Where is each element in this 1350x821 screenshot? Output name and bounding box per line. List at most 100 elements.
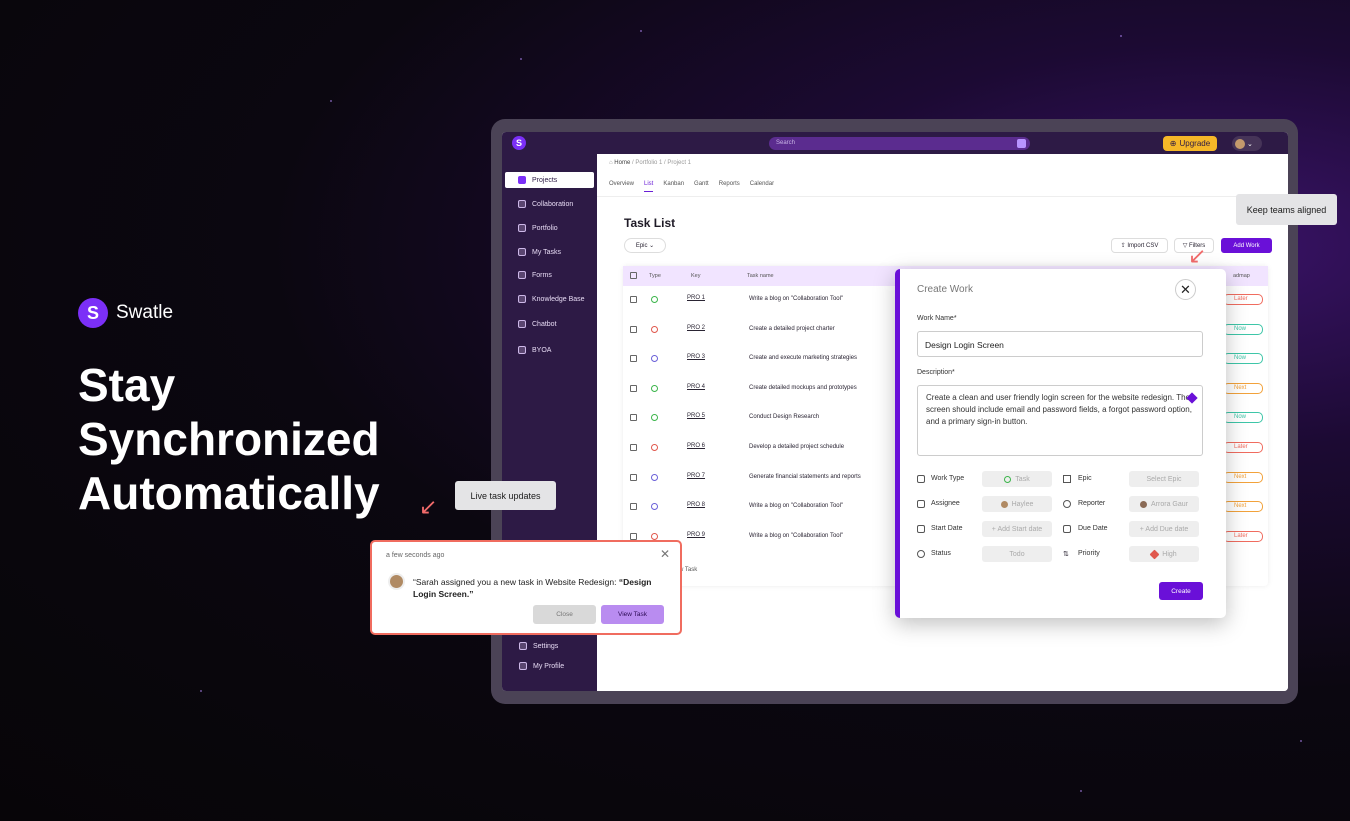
roadmap-badge: Now	[1223, 412, 1263, 424]
reporter-select[interactable]: Arrora Gaur	[1129, 496, 1199, 512]
settings-icon	[519, 642, 527, 650]
projects-icon	[518, 176, 526, 184]
task-key[interactable]: PRO 7	[687, 473, 705, 479]
sidebar-item-forms[interactable]: Forms	[505, 267, 594, 283]
create-button[interactable]: Create	[1159, 582, 1203, 600]
sidebar-item-knowledge-base[interactable]: Knowledge Base	[505, 291, 594, 307]
headline-line-3: Automatically	[78, 467, 380, 519]
task-name[interactable]: Write a blog on "Collaboration Tool"	[749, 533, 843, 539]
upgrade-button[interactable]: ⊕ Upgrade	[1163, 136, 1217, 151]
task-key[interactable]: PRO 1	[687, 295, 705, 301]
row-checkbox[interactable]	[630, 444, 637, 451]
row-checkbox[interactable]	[630, 325, 637, 333]
description-textarea[interactable]: Create a clean and user friendly login s…	[917, 385, 1203, 456]
chevron-down-icon: ⌄	[649, 243, 655, 249]
app-logo-icon[interactable]: S	[512, 136, 526, 150]
tab-calendar[interactable]: Calendar	[750, 181, 774, 192]
tab-list[interactable]: List	[644, 181, 654, 192]
task-type-icon	[651, 444, 658, 451]
upgrade-label: Upgrade	[1179, 139, 1211, 148]
status-select[interactable]: Todo	[982, 546, 1052, 562]
task-name[interactable]: Develop a detailed project schedule	[749, 444, 844, 450]
th-key: Key	[691, 273, 701, 279]
calendar-icon	[917, 525, 925, 533]
sidebar-item-my-tasks[interactable]: My Tasks	[505, 244, 594, 260]
priority-icon: ⇅	[1063, 551, 1069, 558]
task-name[interactable]: Generate financial statements and report…	[749, 474, 861, 480]
task-name[interactable]: Write a blog on "Collaboration Tool"	[749, 503, 843, 509]
task-type-icon	[651, 503, 658, 511]
view-task-button[interactable]: View Task	[601, 605, 664, 624]
row-checkbox[interactable]	[630, 296, 637, 303]
row-checkbox[interactable]	[630, 414, 637, 422]
tab-gantt[interactable]: Gantt	[694, 181, 709, 192]
modal-title: Create Work	[917, 284, 973, 295]
search-input[interactable]: Search	[769, 137, 1030, 150]
sidebar-item-label: Collaboration	[532, 200, 574, 208]
work-type-value: Task	[1015, 475, 1030, 483]
task-key[interactable]: PRO 9	[687, 532, 705, 538]
task-key[interactable]: PRO 4	[687, 384, 705, 390]
row-checkbox[interactable]	[630, 473, 637, 481]
sidebar-item-settings[interactable]: Settings	[505, 638, 594, 654]
priority-select[interactable]: High	[1129, 546, 1199, 562]
tab-overview[interactable]: Overview	[609, 181, 634, 192]
sidebar-item-chatbot[interactable]: Chatbot	[505, 316, 594, 332]
row-checkbox[interactable]	[630, 532, 637, 540]
user-menu[interactable]: ⌄	[1232, 136, 1262, 151]
sidebar-item-collaboration[interactable]: Collaboration	[505, 196, 594, 212]
task-type-icon	[651, 414, 658, 422]
knowledge-icon	[518, 295, 526, 303]
collaboration-icon	[518, 200, 526, 208]
assignee-select[interactable]: Haylee	[982, 496, 1052, 512]
close-icon[interactable]: ✕	[1175, 279, 1196, 300]
task-key[interactable]: PRO 5	[687, 413, 705, 419]
flag-icon	[1063, 475, 1071, 483]
headline-line-1: Stay	[78, 359, 176, 411]
live-updates-tooltip: Live task updates	[455, 481, 556, 510]
task-key[interactable]: PRO 6	[687, 443, 705, 449]
import-csv-button[interactable]: ⇪ Import CSV	[1111, 238, 1168, 253]
work-type-select[interactable]: Task	[982, 471, 1052, 487]
row-checkbox[interactable]	[630, 384, 637, 392]
select-all-checkbox[interactable]	[630, 272, 637, 279]
row-checkbox[interactable]	[630, 503, 637, 511]
due-date-label: Due Date	[1078, 525, 1108, 532]
assignee-label: Assignee	[931, 500, 960, 507]
top-bar: S Search ⊕ Upgrade ⌄	[502, 132, 1288, 154]
sidebar-item-label: Settings	[533, 642, 559, 650]
sidebar-item-byoa[interactable]: BYOA	[505, 342, 594, 358]
close-icon[interactable]: ✕	[660, 547, 670, 561]
task-key[interactable]: PRO 3	[687, 354, 705, 360]
epic-filter[interactable]: Epic ⌄	[624, 238, 666, 253]
due-date-picker[interactable]: + Add Due date	[1129, 521, 1199, 537]
notification-close-button[interactable]: Close	[533, 605, 596, 624]
byoa-icon	[518, 346, 526, 354]
sidebar-item-projects[interactable]: Projects	[505, 172, 594, 188]
sidebar-item-my-profile[interactable]: My Profile	[505, 658, 594, 674]
sidebar-item-portfolio[interactable]: Portfolio	[505, 220, 594, 236]
task-name[interactable]: Create and execute marketing strategies	[749, 355, 857, 361]
sidebar-item-label: BYOA	[532, 346, 552, 354]
add-work-button[interactable]: Add Work	[1221, 238, 1272, 253]
headline-line-2: Synchronized	[78, 413, 380, 465]
tab-reports[interactable]: Reports	[719, 181, 740, 192]
task-name[interactable]: Create detailed mockups and prototypes	[749, 385, 857, 391]
reporter-icon	[1063, 500, 1071, 508]
work-name-input[interactable]: Design Login Screen	[917, 331, 1203, 357]
task-name[interactable]: Write a blog on "Collaboration Tool"	[749, 296, 843, 302]
task-name[interactable]: Conduct Design Research	[749, 414, 819, 420]
start-date-picker[interactable]: + Add Start date	[982, 521, 1052, 537]
breadcrumb-home[interactable]: Home	[614, 160, 630, 166]
task-name[interactable]: Create a detailed project charter	[749, 326, 835, 332]
task-key[interactable]: PRO 2	[687, 325, 705, 331]
import-csv-label: Import CSV	[1127, 242, 1159, 249]
tab-kanban[interactable]: Kanban	[663, 181, 684, 192]
task-key[interactable]: PRO 8	[687, 502, 705, 508]
epic-select[interactable]: Select Epic	[1129, 471, 1199, 487]
search-icon[interactable]	[1017, 139, 1026, 148]
brand-name: Swatle	[116, 302, 174, 323]
high-priority-icon	[1149, 549, 1160, 559]
row-checkbox[interactable]	[630, 355, 637, 363]
breadcrumb-path[interactable]: / Portfolio 1 / Project 1	[630, 160, 691, 166]
